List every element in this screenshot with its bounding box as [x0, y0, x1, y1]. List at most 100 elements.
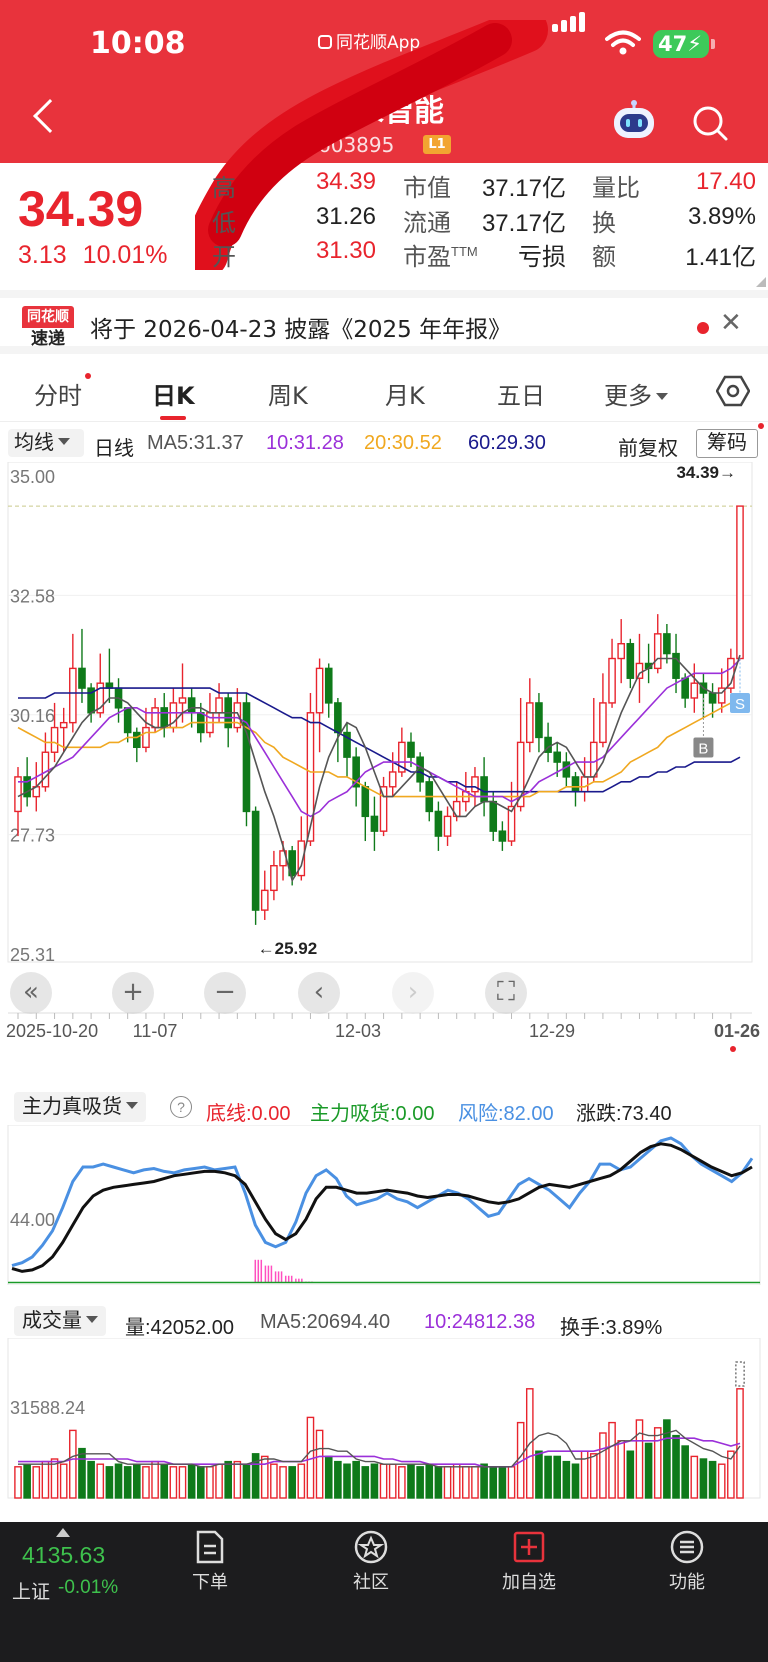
- zoom-out-control[interactable]: −: [204, 972, 246, 1014]
- index-value[interactable]: 4135.63: [22, 1542, 105, 1569]
- app-header: 10:08 同花顺App 47⚡ 天永智能 603895 L1: [0, 0, 768, 163]
- nav-community[interactable]: 社区: [326, 1530, 416, 1594]
- risk-label: 风险:82.00: [458, 1103, 554, 1125]
- settings-hex-icon[interactable]: [716, 374, 750, 408]
- volume-bar: [78, 1447, 86, 1499]
- tab-more-label: 更多: [604, 382, 652, 410]
- candle-body: [178, 697, 187, 704]
- nav-order-label: 下单: [192, 1572, 228, 1593]
- volume-bar: [544, 1455, 552, 1499]
- tab-monthly-k[interactable]: 月K: [385, 376, 425, 411]
- volume-bar: [178, 1466, 187, 1499]
- volume-bar: [233, 1460, 242, 1499]
- candle-body: [379, 786, 388, 832]
- candle-body: [242, 702, 251, 813]
- chip-distribution-button[interactable]: 筹码: [696, 429, 758, 458]
- latest-day-dot: [730, 1046, 736, 1052]
- ma-selector-label: 均线: [14, 432, 54, 454]
- status-app-label: 同花顺App: [318, 28, 420, 53]
- tab-more[interactable]: 更多: [604, 376, 668, 411]
- absorb-label: 主力吸货:0.00: [310, 1103, 435, 1125]
- search-icon[interactable]: [691, 104, 729, 142]
- news-bar[interactable]: 同花顺 速递 将于 2026-04-23 披露《2025 年年报》 ✕: [0, 290, 768, 354]
- candle-body: [434, 810, 443, 837]
- expand-corner-icon[interactable]: [756, 277, 766, 287]
- prev-control[interactable]: ‹: [298, 972, 340, 1014]
- candle-body: [635, 662, 644, 679]
- volume-bar: [462, 1466, 470, 1499]
- chevron-down-icon: [86, 1316, 98, 1323]
- volume-selector[interactable]: 成交量: [14, 1306, 106, 1336]
- candle-body: [498, 830, 507, 842]
- change-label: 涨跌:73.40: [576, 1103, 672, 1125]
- volume-bar: [589, 1453, 598, 1499]
- volume-bar: [571, 1463, 580, 1499]
- volume-bar: [160, 1463, 169, 1499]
- x-tick-label: 12-29: [529, 1021, 575, 1041]
- help-icon[interactable]: ?: [170, 1096, 192, 1118]
- volume-bar: [672, 1434, 680, 1499]
- volume-bar: [334, 1460, 342, 1499]
- y-tick-label: 35.00: [10, 467, 55, 487]
- volume-ratio-label: 量比: [592, 175, 640, 202]
- volume-bar: [87, 1460, 95, 1499]
- adjust-mode-toggle[interactable]: 前复权: [618, 432, 678, 461]
- nav-functions[interactable]: 功能: [642, 1530, 732, 1594]
- amount-label: 额: [592, 244, 616, 271]
- tab-weekly-k[interactable]: 周K: [268, 376, 308, 411]
- volume-bar: [315, 1429, 324, 1499]
- assistant-robot-icon[interactable]: [610, 100, 658, 140]
- zoom-in-control[interactable]: +: [112, 972, 154, 1014]
- ma-selector[interactable]: 均线: [8, 429, 84, 457]
- market-cap-label: 市值: [403, 175, 451, 202]
- buy-signal-text: B: [698, 740, 708, 757]
- nav-order[interactable]: 下单: [165, 1530, 255, 1594]
- kline-chart[interactable]: 35.00 32.58 30.16 27.73 25.31 34.39→ ←25.92 B S 2…: [0, 462, 768, 1070]
- candle-body: [370, 815, 379, 832]
- candle-body: [59, 721, 68, 729]
- tab-notice-dot: [85, 373, 91, 379]
- amount-value: 1.41亿: [685, 244, 756, 271]
- volume-bar: [370, 1463, 379, 1499]
- tab-daily-k[interactable]: 日K: [152, 376, 195, 411]
- candle-body: [260, 889, 269, 911]
- tab-five-day[interactable]: 五日: [497, 376, 545, 411]
- candle-body: [443, 815, 452, 837]
- chevron-down-icon: [58, 438, 70, 445]
- volume-bar: [32, 1466, 41, 1499]
- candle-body: [617, 643, 625, 660]
- indicator-legend: 主力真吸货 ? 底线:0.00 主力吸货:0.00 风险:82.00 涨跌:73…: [0, 1092, 768, 1125]
- candle-body: [708, 692, 717, 704]
- volume-bar: [398, 1466, 406, 1499]
- volume-bar: [242, 1463, 251, 1499]
- volume-bar: [196, 1466, 205, 1499]
- turnover-label: 换: [592, 210, 616, 237]
- candle-body: [133, 731, 141, 749]
- news-logo-bottom: 速递: [31, 329, 65, 349]
- index-up-arrow-icon: [56, 1528, 70, 1537]
- volume-chart[interactable]: 31588.24: [0, 1338, 768, 1500]
- indicator-chart[interactable]: 44.00: [0, 1125, 768, 1285]
- volume-bar: [288, 1466, 296, 1499]
- change-percent: 10.01%: [82, 241, 168, 269]
- ma5-label: MA5:31.37: [147, 432, 244, 454]
- news-text[interactable]: 将于 2026-04-23 披露《2025 年年报》: [90, 310, 511, 344]
- nav-add-watchlist[interactable]: 加自选: [484, 1530, 574, 1594]
- add-icon: [513, 1531, 545, 1563]
- high-price-marker: 34.39→: [676, 463, 736, 482]
- tab-intraday[interactable]: 分时: [34, 376, 82, 411]
- x-tick-label: 11-07: [133, 1021, 178, 1041]
- indicator-selector[interactable]: 主力真吸货: [14, 1092, 146, 1122]
- fullscreen-control[interactable]: ⛶: [485, 972, 527, 1014]
- candle-body: [580, 776, 589, 793]
- candle-body: [553, 751, 562, 763]
- volume-bar: [343, 1463, 351, 1499]
- level-badge[interactable]: L1: [423, 135, 451, 154]
- candle-body: [653, 633, 662, 670]
- next-control[interactable]: ›: [392, 972, 434, 1014]
- volume-bar: [498, 1466, 507, 1499]
- base-line-label: 底线:0.00: [206, 1103, 291, 1125]
- rewind-control[interactable]: «: [10, 972, 52, 1014]
- close-icon[interactable]: ✕: [720, 308, 742, 338]
- candle-body: [151, 707, 159, 729]
